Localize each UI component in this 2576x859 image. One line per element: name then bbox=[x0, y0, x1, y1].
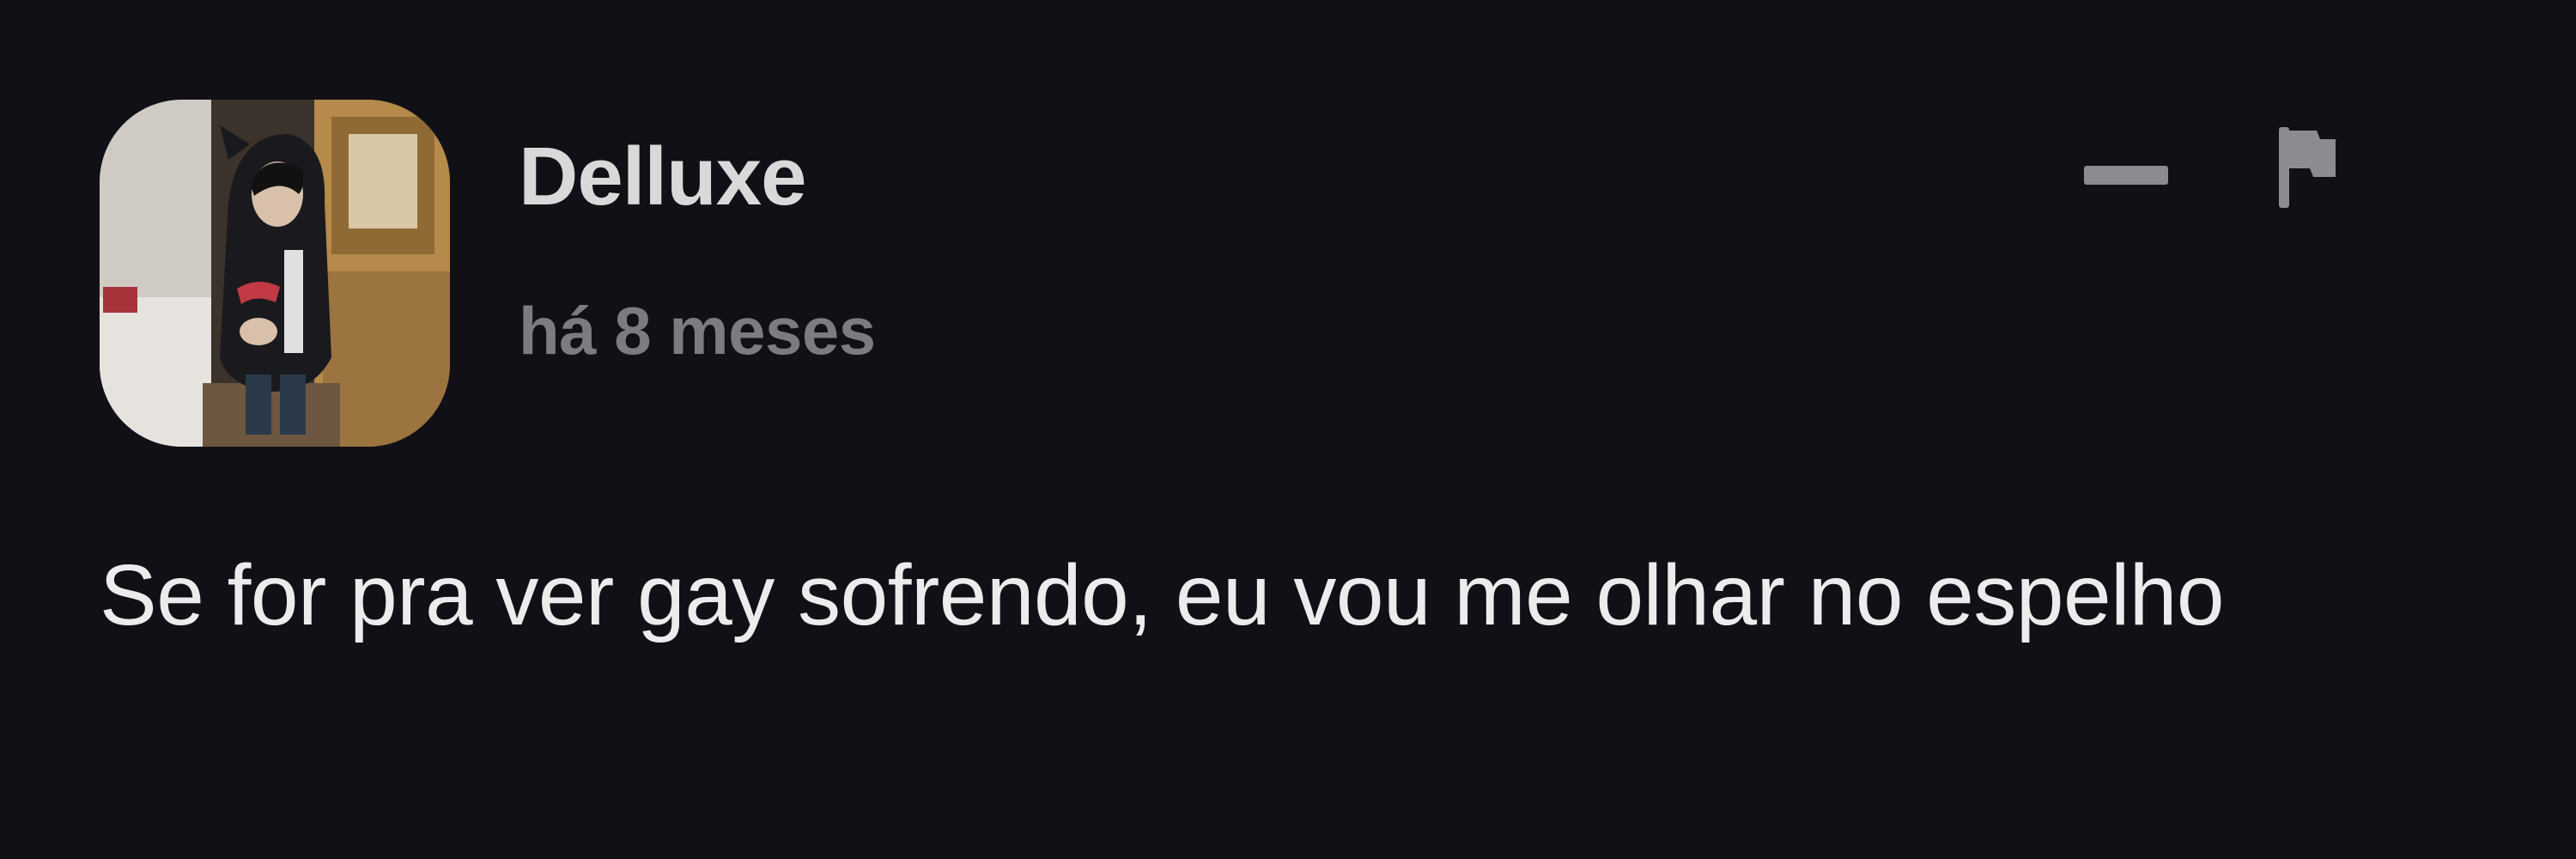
comment-text: Se for pra ver gay sofrendo, eu vou me o… bbox=[100, 547, 2225, 643]
flag-icon bbox=[2279, 127, 2336, 208]
author-name[interactable]: Delluxe bbox=[519, 136, 806, 218]
comment-timestamp: há 8 meses bbox=[519, 293, 876, 369]
report-button[interactable] bbox=[2267, 120, 2344, 215]
user-avatar[interactable] bbox=[100, 100, 450, 447]
comment-card: Delluxe há 8 meses Se for pra ver gay so… bbox=[0, 0, 2576, 859]
minus-icon bbox=[2084, 166, 2168, 185]
collapse-button[interactable] bbox=[2078, 151, 2174, 199]
avatar-photo bbox=[100, 100, 450, 447]
